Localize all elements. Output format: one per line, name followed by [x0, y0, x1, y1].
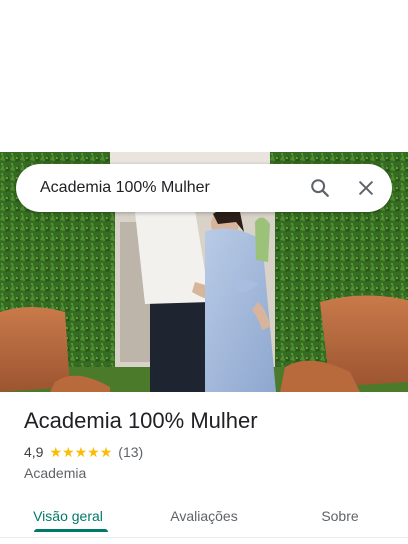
tab-label: Sobre	[321, 508, 359, 524]
tabs-divider	[0, 537, 408, 538]
tab-overview[interactable]: Visão geral	[0, 494, 136, 538]
rating-value: 4,9	[24, 444, 44, 460]
search-icon	[311, 179, 329, 197]
star-icon: ★	[74, 444, 88, 460]
search-bar[interactable]: Academia 100% Mulher	[16, 164, 392, 212]
map-blank-area[interactable]	[0, 0, 408, 152]
close-icon	[359, 181, 373, 195]
search-button[interactable]	[300, 168, 340, 208]
search-input[interactable]: Academia 100% Mulher	[40, 179, 300, 197]
star-icon: ★	[62, 444, 75, 460]
star-icon: ★	[49, 444, 63, 460]
tab-reviews[interactable]: Avaliações	[136, 494, 272, 538]
active-tab-indicator	[34, 529, 108, 532]
tab-label: Visão geral	[33, 508, 103, 524]
place-category[interactable]: Academia	[24, 465, 86, 481]
rating-row[interactable]: 4,9 ★ ★ ★ ★ ★ (13)	[24, 444, 143, 460]
star-icon: ★	[87, 444, 100, 460]
star-rating: ★ ★ ★ ★ ★	[49, 445, 112, 459]
close-button[interactable]	[346, 168, 386, 208]
review-count[interactable]: (13)	[118, 444, 143, 460]
place-tabs: Visão geral Avaliações Sobre	[0, 494, 408, 538]
tab-about[interactable]: Sobre	[272, 494, 408, 538]
tab-label: Avaliações	[170, 508, 238, 524]
star-icon: ★	[99, 444, 113, 460]
place-title: Academia 100% Mulher	[24, 408, 258, 433]
maps-place-page: Academia 100% Mulher Academia 100% Mulhe…	[0, 0, 408, 544]
